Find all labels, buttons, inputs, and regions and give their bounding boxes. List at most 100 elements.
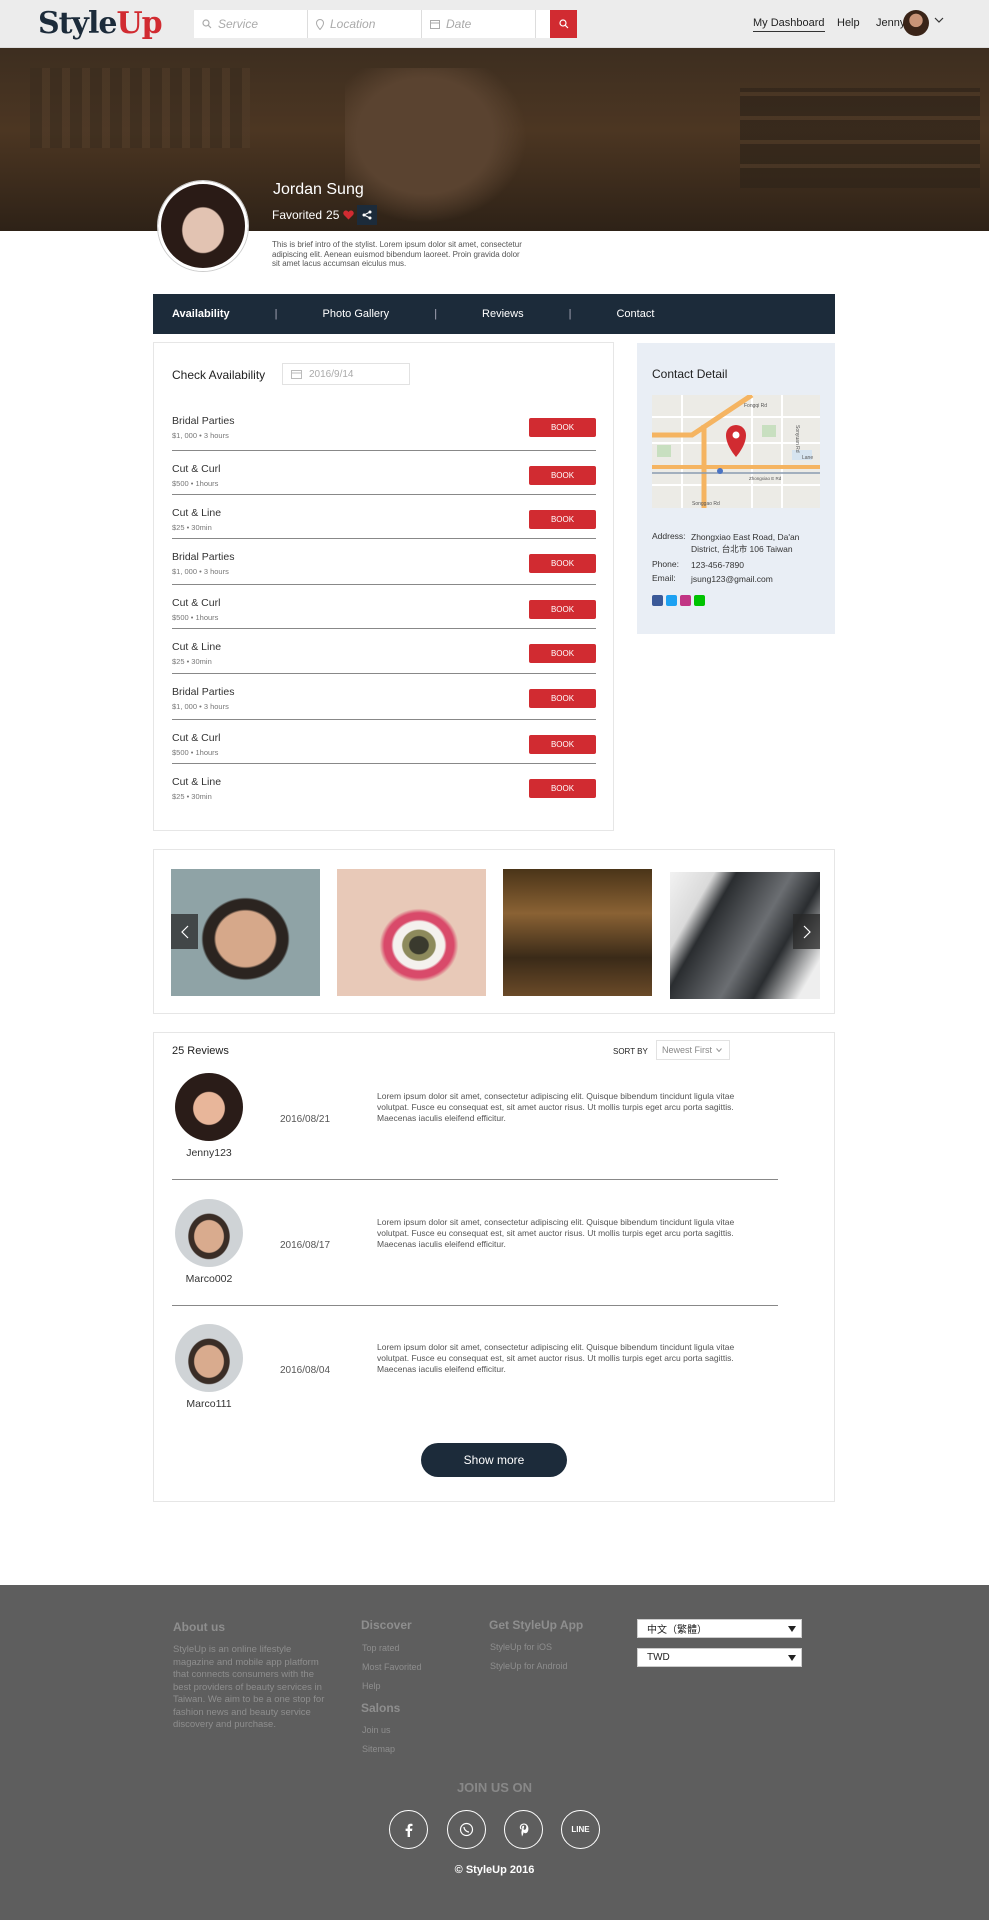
top-header: StyleUp Service Location Date My Dashboa… [0,0,989,48]
date-field[interactable]: Date [422,10,536,38]
tab-divider: | [434,308,438,320]
help-link[interactable]: Help [837,17,860,29]
contact-panel: Contact Detail Fongqi Rd Sonyuan Rd Lane… [637,343,835,634]
facebook-icon [405,1823,412,1837]
share-button[interactable] [357,205,377,225]
service-price-duration: $25 • 30min [172,523,212,532]
review-text: Lorem ipsum dolor sit amet, consectetur … [377,1091,735,1123]
chevron-down-icon[interactable] [934,16,944,24]
service-name: Cut & Curl [172,732,221,744]
calendar-icon [291,370,302,379]
book-button[interactable]: BOOK [529,735,596,754]
gallery-photo[interactable] [503,869,652,996]
language-select[interactable]: 中文（繁體） [637,1619,802,1638]
favorited-count: Favorited 25 [272,208,355,222]
tab-divider: | [274,308,278,320]
service-row: Cut & Curl $500 • 1hours BOOK [172,724,596,764]
dropdown-arrow-icon [788,1655,796,1661]
pinterest-social-button[interactable] [504,1810,543,1849]
user-name[interactable]: Jenny [876,17,905,29]
service-price-duration: $1, 000 • 3 hours [172,702,229,711]
footer-link[interactable]: StyleUp for Android [490,1661,568,1671]
footer-link[interactable]: Join us [362,1725,391,1735]
service-field[interactable]: Service [194,10,308,38]
currency-select[interactable]: TWD [637,1648,802,1667]
heart-icon[interactable] [343,210,355,220]
whatsapp-icon [459,1822,474,1837]
facebook-icon[interactable] [652,595,663,606]
gallery-photo[interactable] [337,869,486,996]
search-button[interactable] [550,10,577,38]
service-name: Cut & Line [172,776,222,788]
contact-title: Contact Detail [652,367,728,381]
review-item: Marco111 2016/08/04 Lorem ipsum dolor si… [172,1324,778,1444]
service-row: Cut & Line $25 • 30min BOOK [172,499,596,539]
search-bar: Service Location Date [194,10,577,38]
footer-about-title: About us [173,1620,225,1634]
service-row: Cut & Line $25 • 30min BOOK [172,633,596,674]
gallery-prev-button[interactable] [171,914,198,949]
banner-decor [740,88,980,188]
tab-contact[interactable]: Contact [597,308,673,320]
service-name: Cut & Line [172,507,222,519]
map-label: Zhongxiao E Rd [749,476,782,481]
facebook-social-button[interactable] [389,1810,428,1849]
chevron-left-icon [180,925,188,938]
location-map[interactable]: Fongqi Rd Sonyuan Rd Lane Songgao Rd Zho… [652,395,820,508]
sort-by-label: SORT BY [613,1047,648,1056]
reviewer-name[interactable]: Marco002 [172,1273,246,1285]
styleup-logo[interactable]: StyleUp [38,6,163,41]
chevron-right-icon [803,925,811,938]
reviewer-avatar [175,1199,243,1267]
pinterest-icon [519,1823,528,1836]
whatsapp-social-button[interactable] [447,1810,486,1849]
sort-select[interactable]: Newest First [656,1040,730,1060]
map-label: Lane [802,455,813,461]
book-button[interactable]: BOOK [529,554,596,573]
location-field[interactable]: Location [308,10,422,38]
reviewer-name[interactable]: Marco111 [172,1398,246,1410]
availability-title: Check Availability [172,368,266,382]
line-icon[interactable] [694,595,705,606]
line-social-button[interactable]: LINE [561,1810,600,1849]
twitter-icon[interactable] [666,595,677,606]
book-button[interactable]: BOOK [529,510,596,529]
user-avatar[interactable] [903,10,929,36]
book-button[interactable]: BOOK [529,600,596,619]
footer-discover-title: Discover [361,1618,412,1632]
footer-link[interactable]: Top rated [362,1643,400,1653]
book-button[interactable]: BOOK [529,644,596,663]
profile-banner [0,48,989,231]
copyright: © StyleUp 2016 [454,1864,535,1876]
join-us-title: JOIN US ON [456,1780,533,1795]
service-row: Cut & Curl $500 • 1hours BOOK [172,589,596,629]
contact-email: Email: jsung123@gmail.com [652,573,773,584]
instagram-icon[interactable] [680,595,691,606]
contact-address: Address: Zhongxiao East Road, Da'an Distr… [652,531,800,554]
book-button[interactable]: BOOK [529,779,596,798]
service-row: Bridal Parties $1, 000 • 3 hours BOOK [172,407,596,451]
footer-link[interactable]: Most Favorited [362,1662,422,1672]
book-button[interactable]: BOOK [529,466,596,485]
reviews-section: 25 Reviews SORT BY Newest First Jenny123… [153,1032,835,1502]
service-row: Bridal Parties $1, 000 • 3 hours BOOK [172,543,596,585]
footer-link[interactable]: StyleUp for iOS [490,1642,552,1652]
my-dashboard-link[interactable]: My Dashboard [753,17,825,32]
review-text: Lorem ipsum dolor sit amet, consectetur … [377,1217,735,1249]
tab-availability[interactable]: Availability [153,308,249,320]
map-graphic: Fongqi Rd Sonyuan Rd Lane Songgao Rd Zho… [652,395,820,508]
footer-link[interactable]: Help [362,1681,381,1691]
tab-photo-gallery[interactable]: Photo Gallery [304,308,409,320]
book-button[interactable]: BOOK [529,418,596,437]
footer-salons-title: Salons [361,1701,401,1715]
availability-date-picker[interactable]: 2016/9/14 [282,363,410,385]
service-name: Bridal Parties [172,686,235,698]
footer-link[interactable]: Sitemap [362,1744,395,1754]
tab-reviews[interactable]: Reviews [463,308,543,320]
book-button[interactable]: BOOK [529,689,596,708]
show-more-button[interactable]: Show more [421,1443,567,1477]
availability-panel: Check Availability 2016/9/14 Bridal Part… [153,342,614,831]
gallery-next-button[interactable] [793,914,820,949]
reviewer-name[interactable]: Jenny123 [172,1147,246,1159]
tab-divider: | [568,308,572,320]
